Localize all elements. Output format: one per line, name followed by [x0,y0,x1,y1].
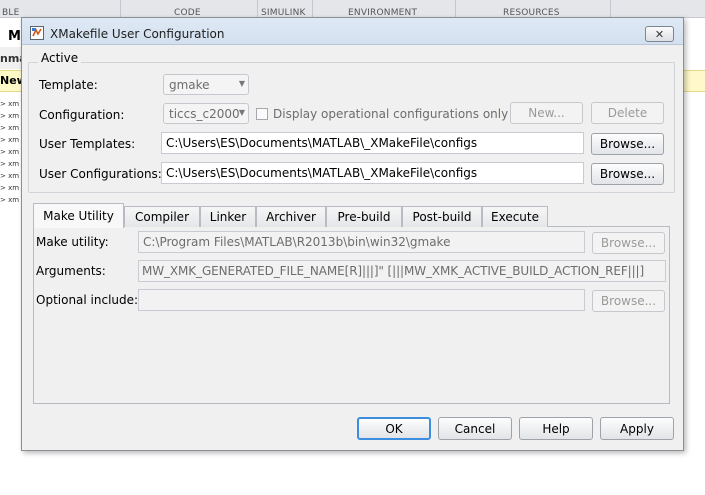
close-icon: ✕ [654,27,665,41]
command-line: > xm [0,196,20,204]
arguments-label: Arguments: [36,264,106,278]
user-configurations-label: User Configurations: [39,167,162,181]
tab-execute[interactable]: Execute [482,206,548,227]
user-templates-browse-button[interactable]: Browse... [591,133,664,155]
tab-make-utility[interactable]: Make Utility [33,203,124,228]
configuration-selected-value: ticcs_c2000 [169,107,240,121]
template-selected-value: gmake [169,78,210,92]
toolstrip-separator [312,0,313,18]
tab-post-build[interactable]: Post-build [402,206,482,227]
command-line: > xm [0,136,20,144]
display-operational-label: Display operational configurations only [273,107,509,121]
new-configuration-button[interactable]: New... [510,102,583,124]
chevron-down-icon: ▼ [238,108,245,117]
command-line: > xm [0,112,20,120]
template-select[interactable]: gmake ▼ [163,74,249,95]
make-utility-input[interactable]: C:\Program Files\MATLAB\R2013b\bin\win32… [138,231,585,253]
configuration-label: Configuration: [39,108,125,122]
tab-pre-build[interactable]: Pre-build [326,206,402,227]
dialog-titlebar[interactable]: XMakefile User Configuration ✕ [22,18,683,45]
dialog-title: XMakefile User Configuration [50,27,225,41]
active-group-legend: Active [38,51,82,65]
delete-configuration-button[interactable]: Delete [591,102,664,124]
background-command-lines: > xm > xm > xm > xm > xm > xm > xm > xm … [0,98,22,206]
background-title-fragment: M [8,29,21,44]
arguments-input[interactable]: MW_XMK_GENERATED_FILE_NAME[R]|||]" [|||M… [138,260,666,282]
toolstrip-separator [455,0,456,18]
command-line: > xm [0,100,20,108]
command-line: > xm [0,184,20,192]
toolstrip-tab-ble[interactable]: BLE [2,8,19,18]
tool-tabs: Make Utility Compiler Linker Archiver Pr… [33,203,673,228]
template-label: Template: [39,78,98,92]
user-configurations-input[interactable]: C:\Users\ES\Documents\MATLAB\_XMakeFile\… [161,162,584,184]
chevron-down-icon: ▼ [238,79,245,88]
ok-button[interactable]: OK [357,417,431,440]
toolstrip-separator [610,0,611,18]
optional-include-input[interactable] [138,289,585,311]
user-templates-label: User Templates: [39,137,136,151]
user-templates-input[interactable]: C:\Users\ES\Documents\MATLAB\_XMakeFile\… [161,132,584,154]
cancel-button[interactable]: Cancel [438,417,512,440]
display-operational-checkbox[interactable] [256,108,268,120]
user-configurations-browse-button[interactable]: Browse... [591,163,664,185]
background-toolstrip: BLE CODE SIMULINK ENVIRONMENT RESOURCES [0,0,705,18]
optional-include-browse-button[interactable]: Browse... [592,290,665,312]
tab-linker[interactable]: Linker [200,206,256,227]
command-line: > xm [0,124,20,132]
make-utility-label: Make utility: [36,235,109,249]
help-button[interactable]: Help [519,417,593,440]
tab-compiler[interactable]: Compiler [124,206,200,227]
optional-include-label: Optional include: [36,293,139,307]
command-line: > xm [0,172,20,180]
close-button[interactable]: ✕ [645,26,674,42]
xmakefile-config-dialog: XMakefile User Configuration ✕ Active Te… [21,17,684,451]
tab-archiver[interactable]: Archiver [256,206,326,227]
toolstrip-separator [257,0,258,18]
command-line: > xm [0,148,20,156]
apply-button[interactable]: Apply [600,417,674,440]
configuration-select[interactable]: ticcs_c2000 ▼ [163,103,249,124]
command-line: > xm [0,160,20,168]
make-utility-browse-button[interactable]: Browse... [592,232,665,254]
matlab-app-icon [30,26,44,40]
toolstrip-separator [120,0,121,18]
